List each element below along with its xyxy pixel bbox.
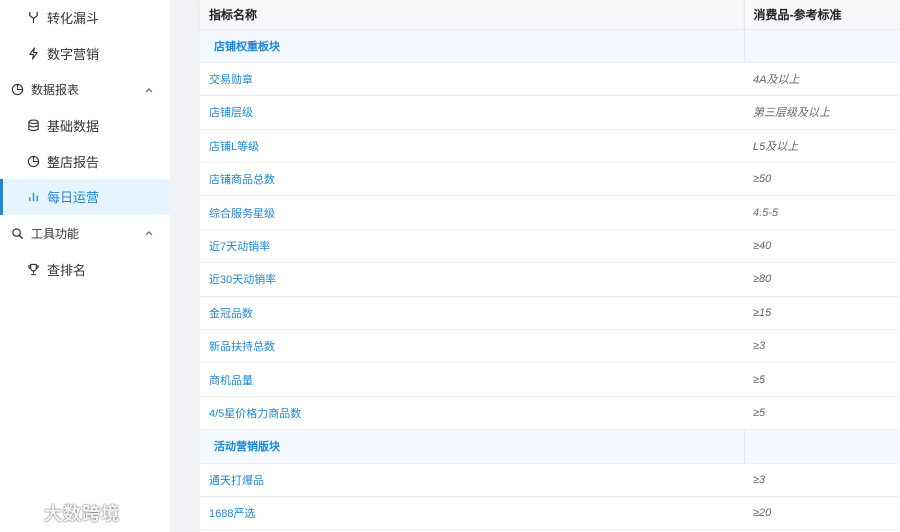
trophy-icon — [26, 262, 40, 276]
chevron-up-icon[interactable] — [144, 228, 154, 238]
standard-value: ≥5 — [744, 362, 900, 397]
column-header-name: 指标名称 — [200, 0, 744, 30]
pie-chart-icon — [26, 154, 40, 168]
sidebar-item-0[interactable]: 转化漏斗 — [0, 0, 170, 36]
sidebar-item-3[interactable]: 基础数据 — [0, 108, 170, 144]
standard-value: L5及以上 — [744, 129, 900, 164]
indicator-name-link[interactable]: 1688严选 — [200, 496, 744, 531]
bar-chart-icon — [26, 190, 40, 204]
sidebar-group-2[interactable]: 数据报表 — [0, 71, 170, 108]
table-row: 1688严选 ≥20 — [200, 496, 900, 531]
table-row: 近30天动销率 ≥80 — [200, 262, 900, 297]
standard-value: 第三层级及以上 — [744, 95, 900, 130]
standard-value: ≥80 — [744, 262, 900, 297]
indicator-name-link[interactable]: 4/5星价格力商品数 — [200, 396, 744, 431]
indicator-name-link[interactable]: 近30天动销率 — [200, 262, 744, 297]
indicator-name-link[interactable]: 通天打爆品 — [200, 463, 744, 497]
sidebar-item-label: 转化漏斗 — [47, 11, 100, 27]
table-section-row: 活动营销版块 — [200, 429, 900, 464]
table-row: 交易勋章 4A及以上 — [200, 62, 900, 97]
table-row: 新品扶持总数 ≥3 — [200, 329, 900, 364]
standard-value: 4.5-5 — [744, 195, 900, 230]
sidebar-item-4[interactable]: 整店报告 — [0, 144, 170, 180]
indicator-table-panel: 指标名称 消费品-参考标准 店铺权重板块 交易勋章 4A及以上 店铺层级 第三层级及以上… — [200, 0, 900, 532]
table-row: 综合服务星级 4.5-5 — [200, 195, 900, 230]
indicator-name-link[interactable]: 店铺L等级 — [200, 129, 744, 164]
chevron-up-icon[interactable] — [144, 85, 154, 95]
sidebar: 转化漏斗数字营销数据报表基础数据整店报告每日运营工具功能查排名 — [0, 0, 171, 532]
section-title: 店铺权重板块 — [200, 29, 744, 63]
sidebar-group-6[interactable]: 工具功能 — [0, 215, 170, 252]
table-row: 店铺L等级 L5及以上 — [200, 129, 900, 164]
table-row: 通天打爆品 ≥3 — [200, 463, 900, 497]
table-header-row: 指标名称 消费品-参考标准 — [200, 0, 900, 30]
standard-value: ≥20 — [744, 496, 900, 531]
sidebar-item-7[interactable]: 查排名 — [0, 252, 170, 288]
search-icon — [10, 226, 24, 240]
standard-value: ≥3 — [744, 329, 900, 364]
section-title: 活动营销版块 — [200, 429, 744, 464]
standard-value — [743, 29, 900, 63]
funnel-icon — [26, 11, 40, 25]
database-icon — [26, 119, 40, 133]
standard-value: ≥50 — [744, 162, 900, 197]
indicator-table: 指标名称 消费品-参考标准 店铺权重板块 交易勋章 4A及以上 店铺层级 第三层级及以上… — [200, 0, 900, 531]
lightning-icon — [26, 46, 40, 60]
column-header-standard: 消费品-参考标准 — [743, 0, 900, 30]
table-row: 近7天动销率 ≥40 — [200, 229, 900, 264]
standard-value: ≥3 — [744, 463, 900, 497]
sidebar-item-label: 整店报告 — [47, 154, 100, 170]
indicator-name-link[interactable]: 店铺商品总数 — [200, 162, 744, 197]
watermark: 大数跨境 — [6, 500, 120, 526]
standard-value: ≥15 — [744, 296, 900, 331]
sidebar-item-label: 查排名 — [47, 262, 87, 278]
table-row: 金冠品数 ≥15 — [200, 296, 900, 331]
indicator-name-link[interactable]: 新品扶持总数 — [200, 329, 744, 364]
sidebar-item-label: 数据报表 — [31, 83, 80, 97]
indicator-name-link[interactable]: 交易勋章 — [200, 62, 744, 97]
table-row: 商机品量 ≥5 — [200, 362, 900, 397]
indicator-name-link[interactable]: 近7天动销率 — [200, 229, 744, 264]
indicator-name-link[interactable]: 店铺层级 — [200, 95, 744, 130]
sidebar-item-5[interactable]: 每日运营 — [0, 179, 170, 215]
indicator-name-link[interactable]: 综合服务星级 — [200, 195, 744, 230]
sidebar-item-label: 基础数据 — [47, 119, 100, 135]
sidebar-item-label: 数字营销 — [47, 46, 100, 62]
standard-value: ≥40 — [744, 229, 900, 264]
standard-value: 4A及以上 — [744, 62, 900, 97]
table-row: 4/5星价格力商品数 ≥5 — [200, 396, 900, 431]
pie-chart-icon — [10, 83, 24, 97]
watermark-logo-icon — [7, 504, 38, 522]
table-row: 店铺层级 第三层级及以上 — [200, 95, 900, 130]
standard-value — [743, 429, 900, 464]
sidebar-item-label: 每日运营 — [47, 190, 100, 206]
indicator-name-link[interactable]: 商机品量 — [200, 362, 744, 397]
indicator-name-link[interactable]: 金冠品数 — [200, 296, 744, 331]
sidebar-item-label: 工具功能 — [31, 226, 80, 241]
watermark-text: 大数跨境 — [44, 504, 120, 524]
sidebar-item-1[interactable]: 数字营销 — [0, 36, 170, 72]
standard-value: ≥5 — [744, 396, 900, 431]
table-row: 店铺商品总数 ≥50 — [200, 162, 900, 197]
table-section-row: 店铺权重板块 — [200, 29, 900, 63]
